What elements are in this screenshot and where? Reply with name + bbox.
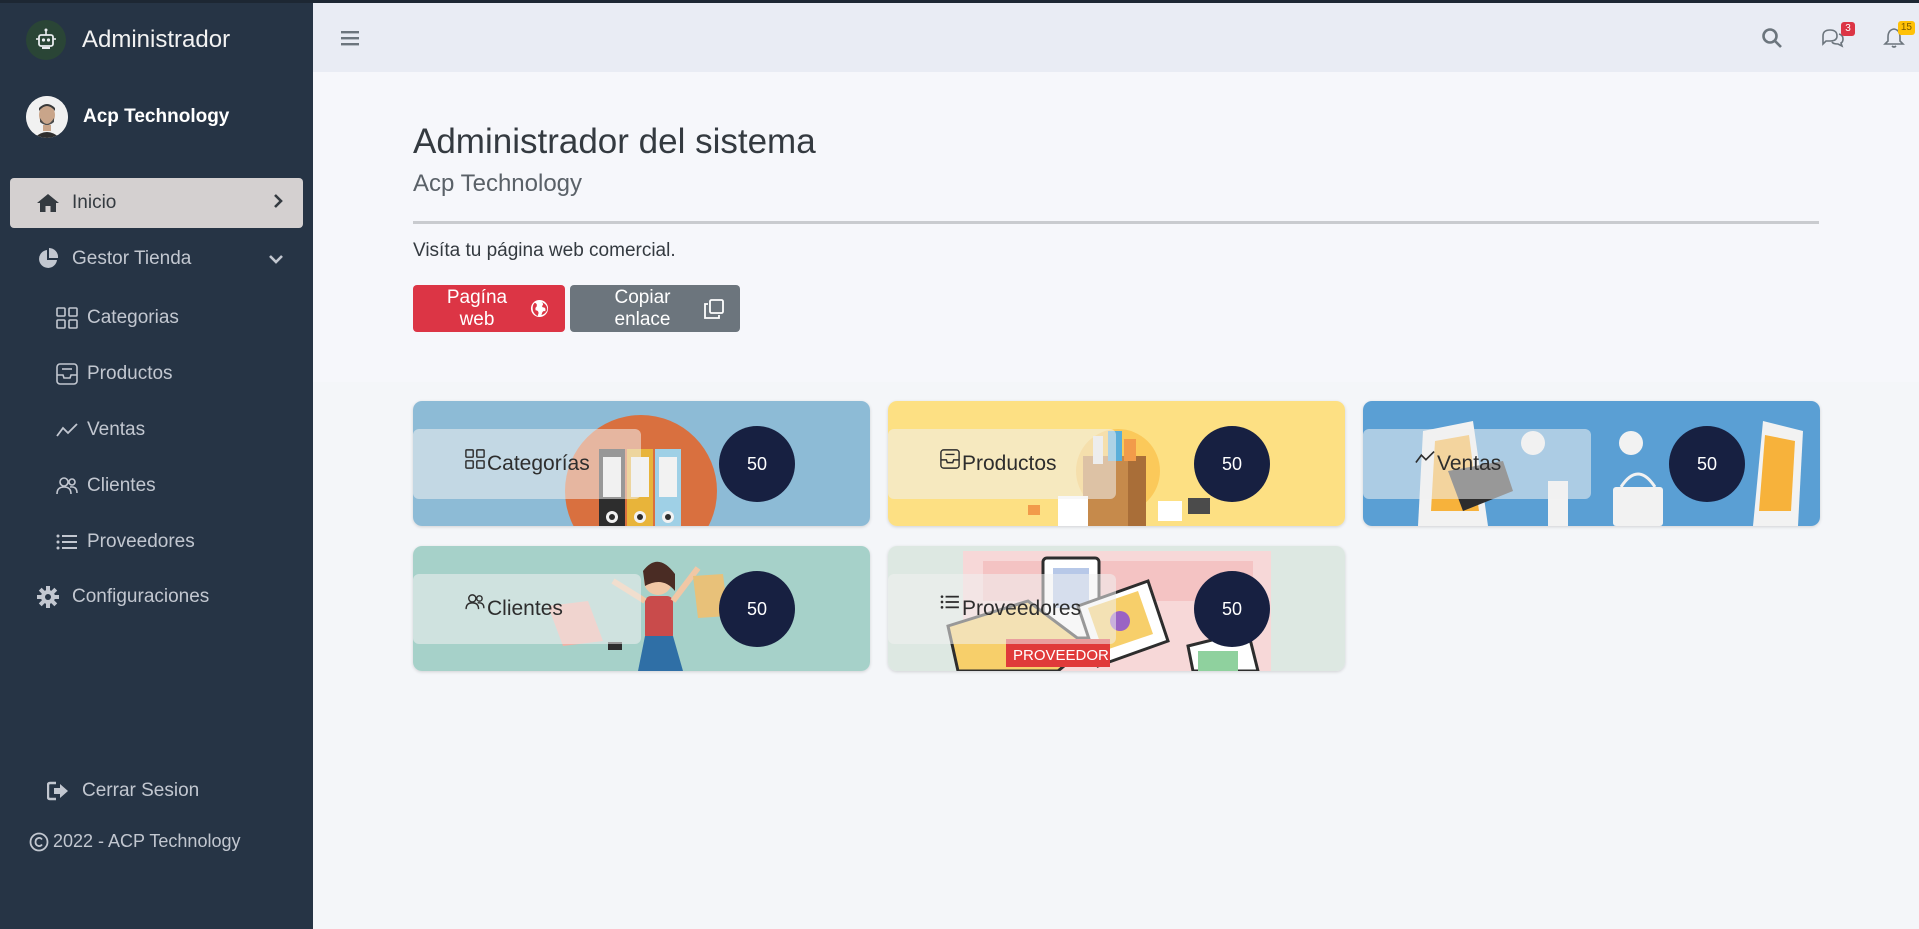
top-right-actions: 3 15 (1723, 20, 1915, 49)
logout-label: Cerrar Sesion (82, 780, 200, 801)
card-count: 50 (719, 426, 795, 502)
brand-link[interactable]: Administrador (0, 3, 313, 76)
notifications-badge: 15 (1897, 20, 1915, 35)
sidebar: Administrador Acp Technology Inicio Gest… (0, 0, 313, 929)
divider (413, 221, 1819, 224)
user-panel[interactable]: Acp Technology (0, 76, 313, 158)
sidebar-item-configuraciones[interactable]: Configuraciones (10, 572, 303, 622)
user-name: Acp Technology (83, 106, 230, 127)
copyright-icon (29, 832, 49, 852)
card-label: Clientes (413, 574, 641, 644)
card-title: Proveedores (962, 597, 1082, 620)
grid-icon (465, 449, 485, 469)
sidebar-item-proveedores[interactable]: Proveedores (0, 514, 313, 570)
copyright-text: 2022 - ACP Technology (53, 831, 241, 851)
sidebar-item-ventas[interactable]: Ventas (0, 402, 313, 458)
page-title: Administrador del sistema (413, 122, 816, 161)
card-label: Productos (888, 429, 1116, 499)
sidebar-item-clientes[interactable]: Clientes (0, 458, 313, 514)
card-count: 50 (1194, 571, 1270, 647)
notifications-button[interactable]: 15 (1883, 20, 1915, 49)
graph-up-icon (55, 422, 79, 438)
sidebar-item-label: Categorias (87, 307, 179, 328)
list-icon (940, 594, 960, 610)
avatar (26, 96, 68, 138)
globe-icon (530, 299, 549, 318)
card-label: Ventas (1363, 429, 1591, 499)
card-proveedores[interactable]: PROVEEDOR Proveedores 50 (888, 546, 1345, 671)
messages-button[interactable]: 3 (1821, 21, 1855, 48)
sidebar-item-label: Inicio (72, 192, 117, 213)
proveedor-illustration-text: PROVEEDOR (1013, 647, 1109, 664)
top-navbar: 3 15 (313, 0, 1919, 72)
search-icon[interactable] (1761, 27, 1783, 49)
list-icon (55, 533, 79, 551)
sidebar-item-productos[interactable]: Productos (0, 346, 313, 402)
sidebar-nav: Inicio Gestor Tienda Categorias Producto… (0, 178, 313, 628)
card-count: 50 (1194, 426, 1270, 502)
card-title: Productos (962, 452, 1057, 475)
visit-text: Visíta tu página web comercial. (413, 240, 676, 261)
messages-badge: 3 (1841, 21, 1855, 36)
sidebar-item-label: Productos (87, 363, 173, 384)
inbox-icon (940, 449, 960, 469)
card-label: Proveedores (888, 574, 1116, 644)
website-button-label: Pagína web (446, 286, 508, 330)
page-subtitle: Acp Technology (413, 170, 583, 197)
sidebar-item-label: Configuraciones (72, 586, 210, 607)
people-icon (55, 477, 79, 495)
grid-icon (55, 307, 79, 329)
card-title: Ventas (1437, 452, 1502, 475)
card-productos[interactable]: Productos 50 (888, 401, 1345, 526)
gear-icon (34, 586, 62, 608)
logout-button[interactable]: Cerrar Sesion (20, 766, 313, 816)
copy-link-button-label: Copiar enlace (614, 286, 671, 330)
brand-title: Administrador (82, 25, 231, 53)
sidebar-item-label: Proveedores (87, 531, 195, 552)
graph-up-icon (1415, 449, 1435, 465)
card-title: Clientes (487, 597, 563, 620)
home-icon (34, 193, 62, 213)
robot-logo-icon (26, 19, 66, 60)
chevron-right-icon (273, 192, 283, 214)
card-count: 50 (1669, 426, 1745, 502)
card-clientes[interactable]: Clientes 50 (413, 546, 870, 671)
sign-out-icon (44, 781, 72, 801)
sidebar-item-label: Ventas (87, 419, 146, 440)
people-icon (465, 594, 485, 610)
copyright: 2022 - ACP Technology (29, 831, 240, 852)
sidebar-item-categorias[interactable]: Categorias (0, 290, 313, 346)
card-ventas[interactable]: Ventas 50 (1363, 401, 1820, 526)
card-label: Categorías (413, 429, 641, 499)
sidebar-item-label: Gestor Tienda (72, 248, 192, 269)
card-categorias[interactable]: Categorías 50 (413, 401, 870, 526)
inbox-icon (55, 363, 79, 385)
chevron-down-icon (269, 248, 283, 270)
website-button[interactable]: Pagína web (413, 285, 565, 332)
sidebar-item-gestor-tienda[interactable]: Gestor Tienda (10, 234, 303, 284)
sidebar-item-inicio[interactable]: Inicio (10, 178, 303, 228)
copy-icon (704, 298, 724, 319)
pie-chart-icon (34, 248, 62, 270)
sidebar-item-label: Clientes (87, 475, 156, 496)
card-title: Categorías (487, 452, 590, 475)
menu-toggle-icon[interactable] (340, 29, 360, 47)
copy-link-button[interactable]: Copiar enlace (570, 285, 740, 332)
card-count: 50 (719, 571, 795, 647)
content-header: Administrador del sistema Acp Technology… (313, 72, 1919, 382)
